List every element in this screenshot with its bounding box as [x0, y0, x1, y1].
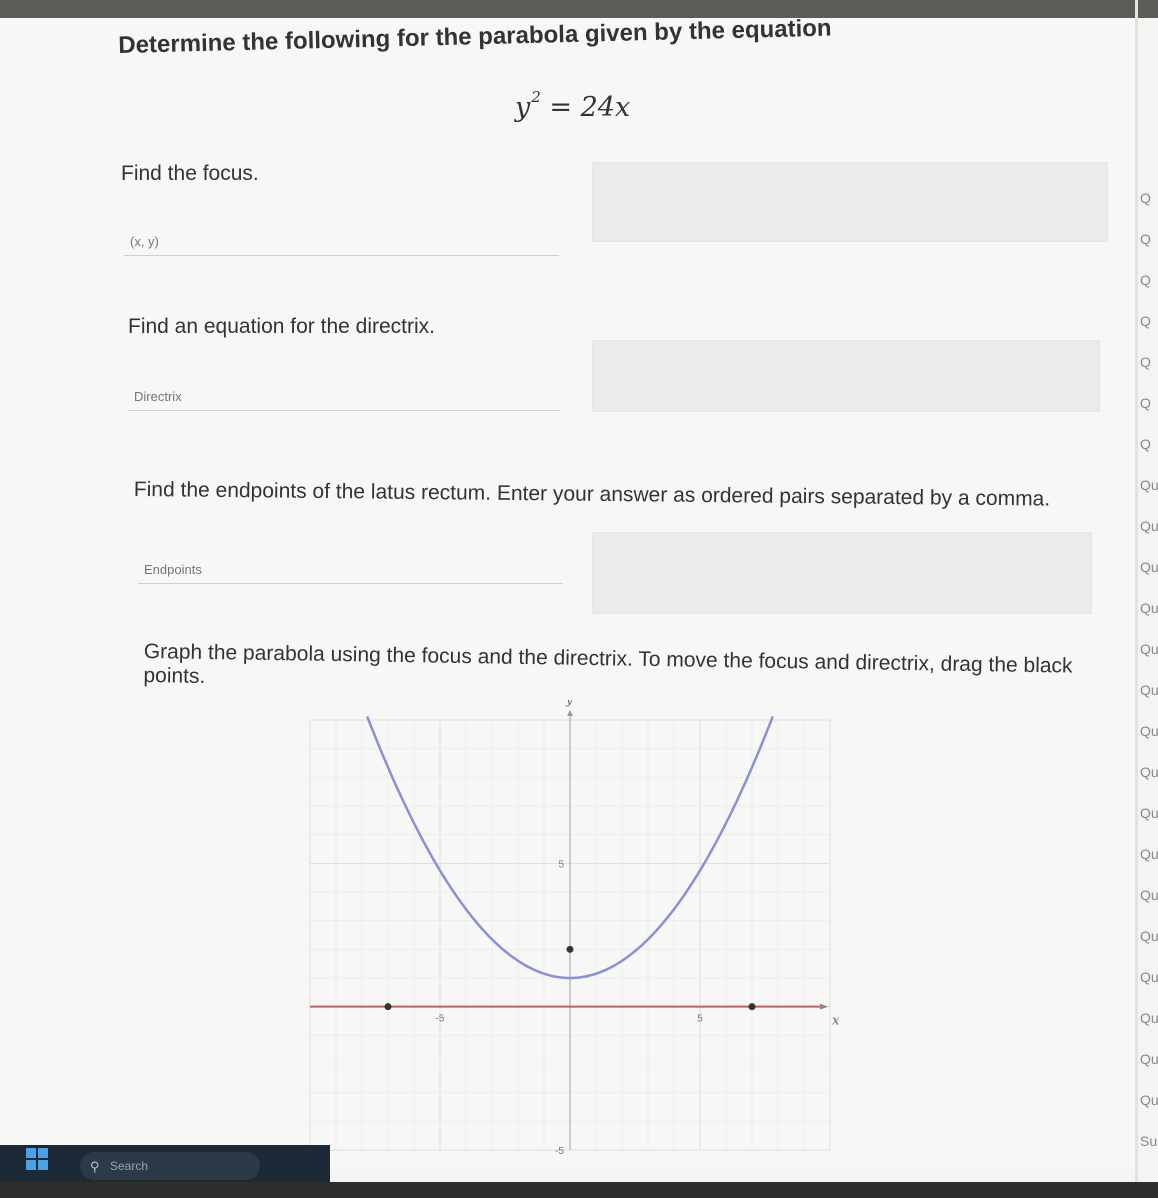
- parabola-equation: y2 = 24x: [515, 88, 630, 123]
- directrix-handle[interactable]: [748, 1003, 756, 1011]
- equation-lhs: y: [515, 92, 531, 123]
- y-axis-arrow: [567, 710, 573, 716]
- focus-point[interactable]: [566, 945, 574, 953]
- directrix-input[interactable]: [128, 383, 560, 411]
- submit-link[interactable]: Submit: [1140, 1133, 1158, 1149]
- question-nav-item[interactable]: Qu: [1140, 477, 1158, 493]
- x-axis-arrow: [820, 1003, 828, 1010]
- question-nav-item[interactable]: Q: [1140, 231, 1151, 247]
- question-nav-item[interactable]: Q: [1140, 436, 1151, 452]
- equation-exponent: 2: [531, 88, 541, 106]
- question-nav-item[interactable]: Que: [1140, 682, 1158, 698]
- latus-answer-box: [592, 532, 1092, 614]
- question-nav-item[interactable]: Q: [1140, 395, 1151, 411]
- taskbar-search[interactable]: ⚲ Search: [80, 1152, 260, 1180]
- question-nav-item[interactable]: Q: [1140, 313, 1151, 329]
- question-nav-item[interactable]: Ques: [1140, 928, 1158, 944]
- question-nav-item[interactable]: Q: [1140, 354, 1151, 370]
- start-menu-icon[interactable]: [26, 1148, 48, 1170]
- question-nav-item[interactable]: Ques: [1140, 846, 1158, 862]
- question-nav-item[interactable]: Questi: [1140, 1092, 1158, 1108]
- y-tick-label: 5: [558, 859, 564, 870]
- question-nav-item[interactable]: Qu: [1140, 518, 1158, 534]
- question-nav-item[interactable]: Que: [1140, 764, 1158, 780]
- latus-input[interactable]: [138, 556, 563, 584]
- x-tick-label: -5: [436, 1014, 445, 1025]
- question-nav-item[interactable]: Ques: [1140, 805, 1158, 821]
- question-nav-item[interactable]: Qu: [1140, 600, 1158, 616]
- parabola-graph[interactable]: y x -5 5 5 -5: [300, 693, 840, 1160]
- bottom-strip: [0, 1182, 1158, 1198]
- question-nav-item[interactable]: Quest: [1140, 1051, 1158, 1067]
- top-bar: [0, 0, 1158, 18]
- focus-prompt: Find the focus.: [121, 162, 259, 185]
- taskbar-search-placeholder: Search: [110, 1159, 149, 1173]
- graph-canvas[interactable]: y x -5 5 5 -5: [300, 693, 840, 1160]
- x-axis-label: x: [832, 1014, 840, 1029]
- focus-input[interactable]: [124, 228, 559, 256]
- question-nav-item[interactable]: Q: [1140, 272, 1151, 288]
- question-nav-item[interactable]: Quest: [1140, 969, 1158, 985]
- question-nav-item[interactable]: Qu: [1140, 559, 1158, 575]
- equation-rhs: = 24x: [549, 92, 631, 123]
- focus-answer-box: [592, 162, 1108, 242]
- question-nav-item[interactable]: Que: [1140, 641, 1158, 657]
- question-nav-item[interactable]: Que: [1140, 723, 1158, 739]
- question-nav-item[interactable]: Quest: [1140, 1010, 1158, 1026]
- question-rail: Q Q Q Q Q Q Q Qu Qu Qu Qu Que Que Que Que Ques Ques Ques Q…: [1138, 0, 1158, 1198]
- x-tick-label: 5: [697, 1014, 703, 1025]
- directrix-prompt: Find an equation for the directrix.: [128, 315, 436, 338]
- search-icon: ⚲: [90, 1159, 100, 1174]
- question-nav-item[interactable]: Q: [1140, 190, 1151, 206]
- y-axis-label: y: [565, 700, 573, 707]
- directrix-answer-box: [592, 340, 1100, 412]
- y-tick-label: -5: [555, 1146, 564, 1157]
- question-nav-item[interactable]: Ques: [1140, 887, 1158, 903]
- directrix-handle[interactable]: [384, 1003, 392, 1011]
